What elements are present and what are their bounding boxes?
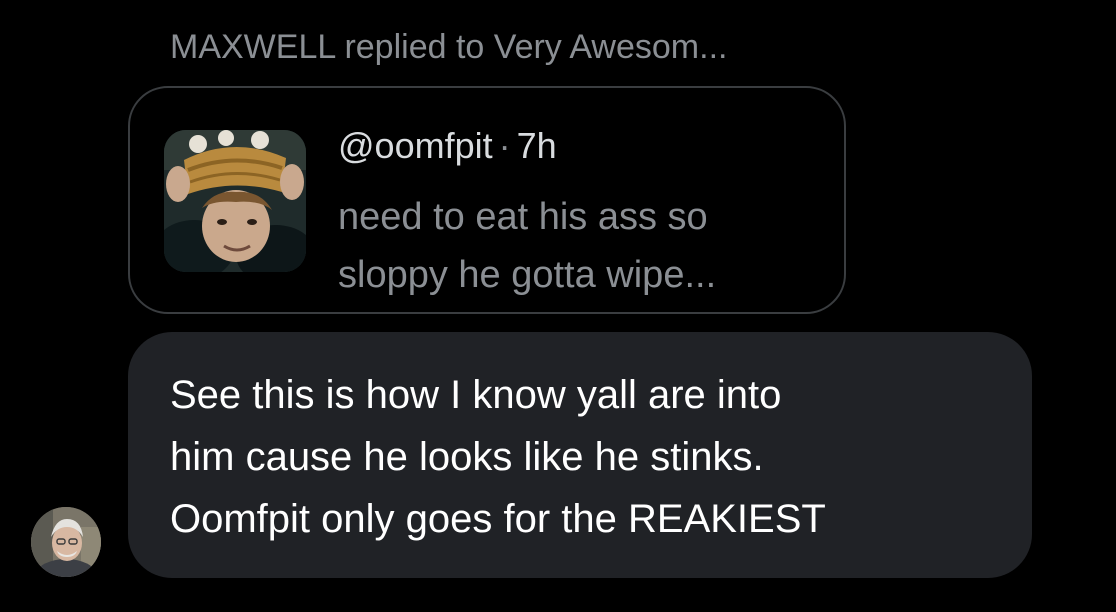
sender-avatar[interactable] xyxy=(31,507,101,577)
sender-avatar-image xyxy=(31,507,101,577)
message-bubble[interactable]: See this is how I know yall are into him… xyxy=(128,332,1032,578)
message-text: See this is how I know yall are into him… xyxy=(170,364,992,550)
message-text-line: Oomfpit only goes for the REAKIEST xyxy=(170,497,826,541)
quoted-user-avatar-image xyxy=(164,130,306,272)
quoted-post-text: need to eat his ass so sloppy he gotta w… xyxy=(338,188,818,304)
message-text-line: See this is how I know yall are into xyxy=(170,373,782,417)
quoted-post-handle[interactable]: @oomfpit xyxy=(338,125,493,166)
quoted-post-text-line: sloppy he gotta wipe... xyxy=(338,254,717,296)
meta-separator: · xyxy=(498,125,511,166)
quoted-post-card[interactable]: @oomfpit · 7h need to eat his ass so slopp… xyxy=(128,86,846,314)
quoted-user-avatar[interactable] xyxy=(164,130,306,272)
quoted-post-time: 7h xyxy=(516,125,557,166)
quoted-post-text-line: need to eat his ass so xyxy=(338,196,708,238)
message-text-line: him cause he looks like he stinks. xyxy=(170,435,764,479)
quoted-post-meta: @oomfpit · 7h xyxy=(338,124,557,168)
reply-context-label: MAXWELL replied to Very Awesom... xyxy=(170,28,728,66)
